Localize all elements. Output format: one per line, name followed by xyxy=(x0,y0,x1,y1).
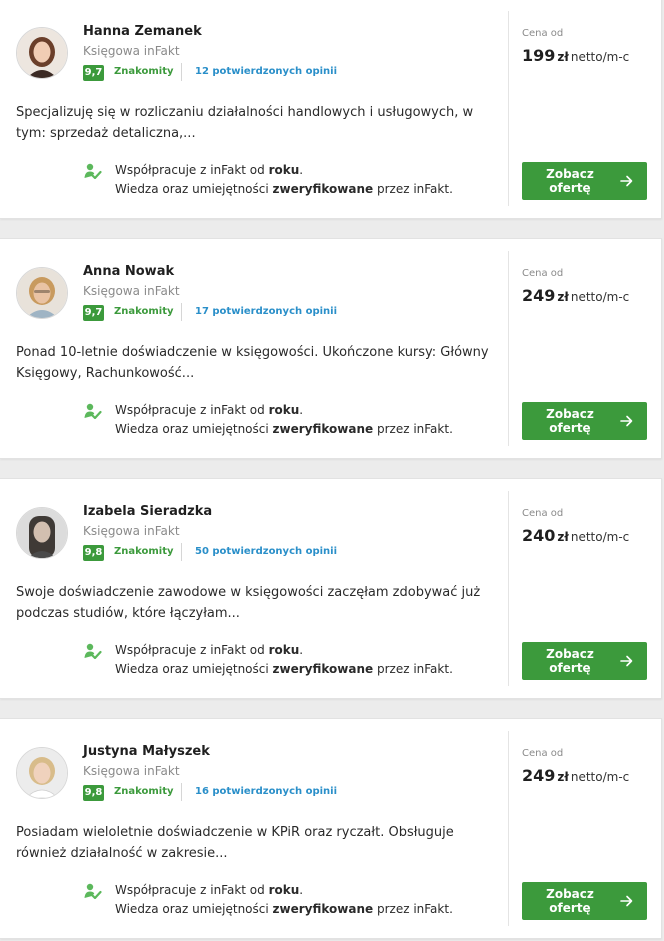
see-offer-button[interactable]: Zobacz ofertę xyxy=(522,162,647,200)
description: Specjalizuję się w rozliczaniu działalno… xyxy=(16,105,474,141)
description: Posiadam wieloletnie doświadczenie w KPi… xyxy=(16,825,454,861)
cooperation-info: Współpracuje z inFakt od roku. Wiedza or… xyxy=(115,163,453,196)
divider xyxy=(181,63,182,81)
divider xyxy=(508,251,509,446)
see-offer-label: Zobacz ofertę xyxy=(546,407,594,435)
arrow-right-icon xyxy=(620,175,633,187)
price-label: Cena od xyxy=(522,268,564,279)
accountant-role: Księgowa inFakt xyxy=(83,284,180,298)
accountant-name[interactable]: Justyna Małyszek xyxy=(83,744,210,759)
avatar xyxy=(16,27,68,79)
reviews-link[interactable]: 17 potwierdzonych opinii xyxy=(195,306,337,317)
accountant-role: Księgowa inFakt xyxy=(83,524,180,538)
cooperation-info: Współpracuje z inFakt od roku. Wiedza or… xyxy=(115,643,453,676)
accountant-card: Anna Nowak Księgowa inFakt 9,7 Znakomity… xyxy=(0,238,662,459)
price-currency: zł xyxy=(557,770,569,784)
accountant-role: Księgowa inFakt xyxy=(83,764,180,778)
description: Swoje doświadczenie zawodowe w księgowoś… xyxy=(16,585,481,621)
reviews-link[interactable]: 50 potwierdzonych opinii xyxy=(195,546,337,557)
accountant-card: Hanna Zemanek Księgowa inFakt 9,7 Znakom… xyxy=(0,0,662,219)
cooperation-info: Współpracuje z inFakt od roku. Wiedza or… xyxy=(115,883,453,916)
see-offer-button[interactable]: Zobacz ofertę xyxy=(522,882,647,920)
divider xyxy=(181,543,182,561)
verified-user-icon xyxy=(84,643,102,659)
score-badge: 9,7 xyxy=(83,305,104,321)
price-label: Cena od xyxy=(522,748,564,759)
divider xyxy=(508,11,509,206)
divider xyxy=(181,783,182,801)
price: 249 zł netto/m-c xyxy=(522,286,629,305)
price-unit: netto/m-c xyxy=(570,770,630,784)
avatar xyxy=(16,507,68,559)
see-offer-button[interactable]: Zobacz ofertę xyxy=(522,402,647,440)
price: 240 zł netto/m-c xyxy=(522,526,629,545)
price-unit: netto/m-c xyxy=(570,50,630,64)
rating-label: Znakomity xyxy=(114,546,174,557)
verified-user-icon xyxy=(84,883,102,899)
price-label: Cena od xyxy=(522,508,564,519)
price: 199 zł netto/m-c xyxy=(522,46,629,65)
accountant-name[interactable]: Hanna Zemanek xyxy=(83,24,202,39)
score-badge: 9,8 xyxy=(83,545,104,561)
accountant-name[interactable]: Anna Nowak xyxy=(83,264,174,279)
verified-user-icon xyxy=(84,403,102,419)
rating-label: Znakomity xyxy=(114,786,174,797)
avatar xyxy=(16,747,68,799)
price-amount: 249 xyxy=(522,766,556,785)
portrait-photo-icon xyxy=(17,268,67,318)
portrait-photo-icon xyxy=(17,508,67,558)
reviews-link[interactable]: 12 potwierdzonych opinii xyxy=(195,66,337,77)
divider xyxy=(181,303,182,321)
description: Ponad 10-letnie doświadczenie w księgowo… xyxy=(16,345,489,381)
price-amount: 240 xyxy=(522,526,556,545)
cooperation-info: Współpracuje z inFakt od roku. Wiedza or… xyxy=(115,403,453,436)
divider xyxy=(508,491,509,686)
arrow-right-icon xyxy=(620,895,633,907)
portrait-photo-icon xyxy=(17,748,67,798)
reviews-link[interactable]: 16 potwierdzonych opinii xyxy=(195,786,337,797)
price-currency: zł xyxy=(557,50,569,64)
price-amount: 199 xyxy=(522,46,556,65)
score-badge: 9,7 xyxy=(83,65,104,81)
see-offer-label: Zobacz ofertę xyxy=(546,167,594,195)
price-unit: netto/m-c xyxy=(570,530,630,544)
see-offer-label: Zobacz ofertę xyxy=(546,647,594,675)
accountant-card: Izabela Sieradzka Księgowa inFakt 9,8 Zn… xyxy=(0,478,662,699)
price: 249 zł netto/m-c xyxy=(522,766,629,785)
price-amount: 249 xyxy=(522,286,556,305)
price-label: Cena od xyxy=(522,28,564,39)
rating-label: Znakomity xyxy=(114,66,174,77)
arrow-right-icon xyxy=(620,415,633,427)
see-offer-button[interactable]: Zobacz ofertę xyxy=(522,642,647,680)
price-currency: zł xyxy=(557,530,569,544)
divider xyxy=(508,731,509,926)
rating-label: Znakomity xyxy=(114,306,174,317)
accountant-name[interactable]: Izabela Sieradzka xyxy=(83,504,212,519)
score-badge: 9,8 xyxy=(83,785,104,801)
portrait-photo-icon xyxy=(17,28,67,78)
accountant-card: Justyna Małyszek Księgowa inFakt 9,8 Zna… xyxy=(0,718,662,939)
avatar xyxy=(16,267,68,319)
arrow-right-icon xyxy=(620,655,633,667)
verified-user-icon xyxy=(84,163,102,179)
accountant-role: Księgowa inFakt xyxy=(83,44,180,58)
price-unit: netto/m-c xyxy=(570,290,630,304)
see-offer-label: Zobacz ofertę xyxy=(546,887,594,915)
price-currency: zł xyxy=(557,290,569,304)
